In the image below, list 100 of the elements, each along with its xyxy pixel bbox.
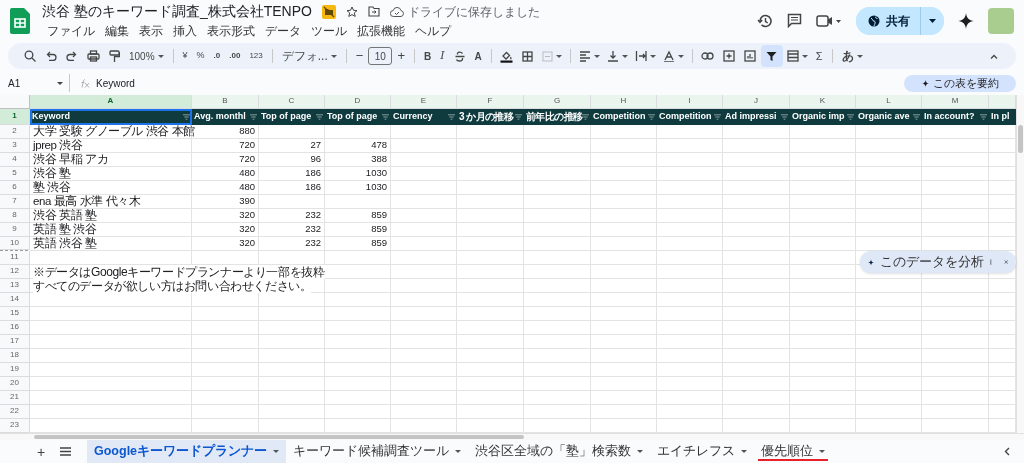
decrease-decimal-button[interactable]: .0	[209, 46, 225, 67]
table-cell: 320	[192, 236, 259, 251]
menu-item[interactable]: 拡張機能	[352, 21, 410, 40]
filter-button[interactable]	[760, 45, 783, 68]
number-format-button[interactable]: 123	[245, 46, 267, 67]
column-header[interactable]: D	[325, 94, 391, 109]
borders-icon[interactable]	[522, 50, 534, 62]
search-icon[interactable]	[24, 50, 36, 63]
input-tools-button[interactable]: あ	[837, 46, 867, 67]
menu-item[interactable]: 編集	[100, 21, 134, 40]
sheet-tab[interactable]: Googleキーワードプランナー	[87, 440, 287, 463]
column-header[interactable]: B	[192, 94, 259, 109]
print-icon[interactable]	[86, 50, 100, 63]
sheet-tab[interactable]: キーワード候補調査ツール	[286, 440, 469, 463]
filter-icon[interactable]	[515, 113, 522, 120]
decrease-font-size-button[interactable]: −	[351, 46, 368, 67]
chart-icon[interactable]	[743, 50, 756, 63]
column-header[interactable]: I	[657, 94, 723, 109]
filter-icon[interactable]	[316, 113, 323, 120]
column-header[interactable]: G	[524, 94, 591, 109]
redo-icon[interactable]	[66, 51, 78, 62]
table-cell	[723, 250, 790, 265]
italic-button[interactable]: I	[436, 46, 449, 67]
menu-item[interactable]: ファイル	[42, 21, 100, 40]
filter-icon[interactable]	[847, 113, 854, 120]
table-cell	[657, 166, 723, 181]
strikethrough-icon[interactable]	[454, 50, 465, 62]
menu-item[interactable]: ヘルプ	[410, 21, 456, 40]
collapse-icon[interactable]	[990, 53, 998, 59]
column-header[interactable]: E	[391, 94, 457, 109]
close-icon[interactable]	[1003, 258, 1008, 266]
fill-color-icon[interactable]	[500, 49, 514, 63]
column-header[interactable]: J	[723, 94, 790, 109]
filter-icon[interactable]	[781, 113, 788, 120]
filter-icon[interactable]	[448, 113, 455, 120]
table-cell	[723, 320, 790, 335]
column-header[interactable]: L	[856, 94, 922, 109]
sheet-tab[interactable]: エイチレフス	[650, 440, 755, 463]
no-access-folder-icon[interactable]	[321, 4, 336, 19]
table-cell	[457, 404, 524, 419]
filter-icon[interactable]	[913, 113, 920, 120]
menu-item[interactable]: 挿入	[168, 21, 202, 40]
column-header[interactable]: A	[30, 94, 192, 109]
row-number[interactable]: 11	[0, 250, 30, 265]
analyze-data-chip[interactable]: このデータを分析	[860, 251, 1016, 273]
table-cell	[457, 152, 524, 167]
percent-button[interactable]: %	[192, 46, 209, 67]
star-icon[interactable]	[345, 5, 358, 18]
table-cell	[591, 306, 657, 321]
link-icon[interactable]	[701, 52, 715, 61]
sparkle-icon[interactable]	[958, 12, 974, 29]
column-header[interactable]: K	[790, 94, 856, 109]
move-folder-icon[interactable]	[367, 6, 380, 18]
filter-icon[interactable]	[183, 113, 190, 120]
history-icon[interactable]	[757, 12, 773, 29]
filter-icon[interactable]	[582, 113, 590, 120]
sheets-logo-icon[interactable]	[10, 7, 30, 34]
menu-item[interactable]: データ	[260, 21, 306, 40]
vertical-scrollbar[interactable]	[1018, 124, 1023, 153]
undo-icon[interactable]	[45, 51, 57, 62]
column-header[interactable]: F	[457, 94, 524, 109]
column-header[interactable]: C	[259, 94, 325, 109]
horizontal-scrollbar[interactable]	[34, 435, 524, 440]
increase-font-size-button[interactable]: +	[393, 46, 409, 67]
add-sheet-button[interactable]: +	[30, 444, 52, 459]
menu-item[interactable]: 表示	[134, 21, 168, 40]
text-color-button[interactable]: A	[470, 46, 486, 67]
filter-icon[interactable]	[250, 113, 257, 120]
sheet-tab[interactable]: 渋谷区全域の「塾」検索数	[468, 440, 651, 463]
paint-roller-icon[interactable]	[108, 49, 120, 63]
table-cell	[591, 180, 657, 195]
cloud-check-icon[interactable]	[389, 6, 404, 17]
share-options-button[interactable]	[920, 6, 944, 35]
font-size-field[interactable]: 10	[368, 47, 393, 66]
menu-icon[interactable]	[60, 447, 71, 456]
currency-button[interactable]: ¥	[178, 46, 192, 67]
document-title[interactable]: 渋谷 塾のキーワード調査_株式会社TENPO	[42, 1, 312, 23]
column-header[interactable]: H	[591, 94, 657, 109]
filter-icon[interactable]	[714, 113, 721, 120]
filter-icon[interactable]	[648, 113, 655, 120]
functions-button[interactable]: Σ	[811, 46, 827, 67]
video-call-icon[interactable]	[816, 13, 842, 28]
comment-icon[interactable]	[787, 13, 802, 29]
add-comment-icon[interactable]	[722, 50, 735, 63]
font-dropdown[interactable]: デフォ...	[277, 46, 341, 67]
table-cell	[524, 292, 591, 307]
zoom-dropdown[interactable]: 100%	[125, 46, 168, 67]
filter-icon[interactable]	[980, 113, 987, 120]
menu-item[interactable]: ツール	[306, 21, 352, 40]
formula-field[interactable]: Keyword	[96, 75, 904, 91]
name-box[interactable]: A1	[0, 74, 70, 93]
menu-item[interactable]: 表示形式	[202, 21, 260, 40]
summarize-table-button[interactable]: この表を要約	[904, 74, 1016, 92]
column-header[interactable]: M	[922, 94, 989, 109]
chevron-left-icon[interactable]	[1004, 447, 1010, 456]
sheet-tab[interactable]: 優先順位	[754, 440, 833, 463]
bold-button[interactable]: B	[419, 46, 436, 67]
table-cell	[790, 362, 856, 377]
increase-decimal-button[interactable]: .00	[225, 46, 245, 67]
filter-icon[interactable]	[382, 113, 389, 120]
